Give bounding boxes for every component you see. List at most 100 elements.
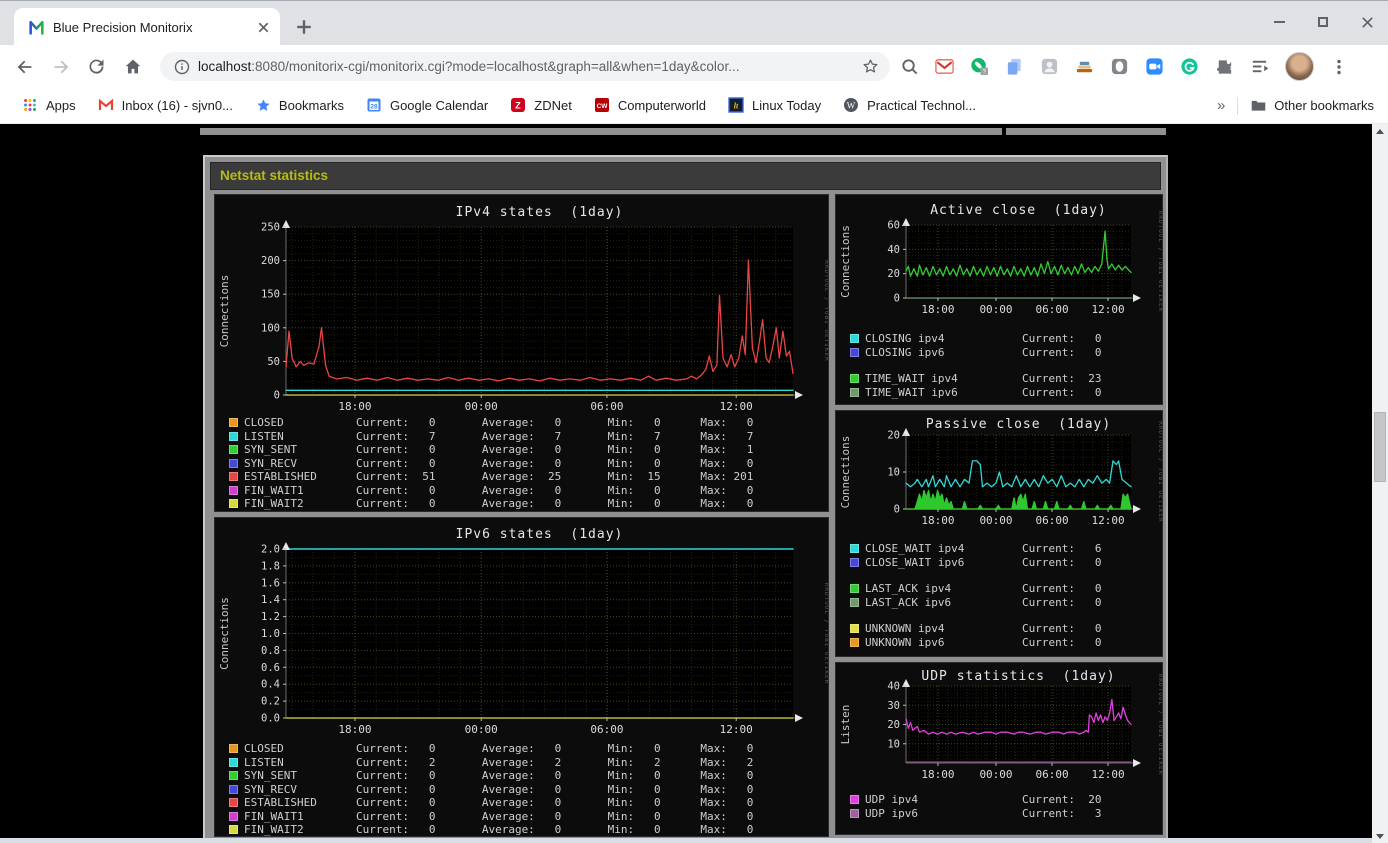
star-blue-icon [255, 97, 272, 114]
bookmark-item-computerworld[interactable]: CW Computerworld [594, 97, 706, 114]
reload-icon[interactable] [86, 56, 108, 78]
legend-row: ESTABLISHED Current: 51 Average: 25 Min: … [215, 470, 828, 484]
back-icon[interactable] [14, 56, 36, 78]
svg-text:30: 30 [887, 700, 900, 712]
tab-blue-precision-monitorix[interactable]: Blue Precision Monitorix [14, 8, 280, 46]
legend-row: SYN_SENT Current: 0 Average: 0 Min: 0 Max… [215, 769, 828, 783]
legend-values: Current: 0 Average: 0 Min: 0 Max: 0 [356, 809, 754, 823]
svg-text:10: 10 [887, 738, 900, 750]
svg-text:00:00: 00:00 [465, 400, 498, 413]
legend-swatch [229, 825, 238, 835]
legend-series-name: ESTABLISHED [244, 796, 317, 810]
bookmarks-right: » Other bookmarks [1217, 96, 1374, 115]
svg-text:40: 40 [887, 244, 900, 256]
legend-series-name: TIME_WAIT ipv6 [865, 385, 958, 399]
chart-ylabel: Connections [839, 436, 852, 509]
browser-menu-icon[interactable] [1330, 58, 1348, 76]
bookmark-item-linux-today[interactable]: lt Linux Today [728, 97, 821, 114]
bookmark-item-apps[interactable]: Apps [22, 97, 76, 114]
active-close-chart[interactable]: 0 20 40 60 18:00 00:00 06:00 12:00 Active close … [835, 194, 1163, 405]
copy-pages-icon[interactable] [1005, 57, 1024, 76]
monitorix-favicon [28, 19, 45, 36]
ipv6-states-chart[interactable]: 0.0 0.2 0.4 0.6 0.8 1.0 1.2 1.4 1.6 1.8 2.0 18:00 00… [214, 517, 829, 837]
legend-values: Current: 0 Average: 0 Min: 0 Max: 0 [356, 823, 754, 837]
legend-series-name: UDP ipv6 [865, 806, 918, 820]
udp-statistics-chart[interactable]: 10 20 30 40 18:00 00:00 06:00 12:00 UDP statisti… [835, 662, 1163, 835]
rrdtool-watermark: RRDTOOL / TOBI OETIKER [1157, 421, 1163, 522]
bookmark-item-bookmarks[interactable]: Bookmarks [255, 97, 344, 114]
browser-window: Blue Precision Monitorix localhost:8080/… [0, 0, 1388, 843]
chart-ylabel: Connections [839, 225, 852, 298]
url-bar[interactable]: localhost:8080/monitorix-cgi/monitorix.c… [160, 52, 890, 81]
bookmark-label: Bookmarks [278, 98, 344, 113]
legend-row: LAST_ACK ipv6 Current: 0 [836, 596, 1162, 610]
maximize-icon[interactable] [1308, 7, 1338, 37]
svg-text:0.8: 0.8 [261, 645, 280, 657]
legend-row: FIN_WAIT2 Current: 0 Average: 0 Min: 0 Ma… [215, 497, 828, 511]
bookmark-item-google-calendar[interactable]: 28 Google Calendar [366, 97, 488, 114]
previous-section-edge-left [200, 128, 1002, 135]
svg-text:0: 0 [894, 293, 900, 305]
svg-text:20: 20 [887, 268, 900, 280]
other-bookmarks-button[interactable]: Other bookmarks [1250, 97, 1374, 114]
legend-row: SYN_RECV Current: 0 Average: 0 Min: 0 Max… [215, 457, 828, 471]
books-stack-icon[interactable] [1075, 57, 1094, 76]
new-tab-icon[interactable] [292, 15, 316, 39]
bookmark-item-inbox-16-sjvn0[interactable]: Inbox (16) - sjvn0... [98, 97, 233, 114]
legend-row: CLOSING ipv4 Current: 0 [836, 331, 1162, 345]
zoom-camera-icon[interactable] [1145, 57, 1164, 76]
svg-text:06:00: 06:00 [1035, 768, 1068, 781]
scroll-up-icon[interactable] [1372, 124, 1388, 138]
legend-values: Current: 0 Average: 0 Min: 0 Max: 0 [356, 483, 754, 497]
udp_statistics-legend: UDP ipv4 Current: 20 UDP ipv6 Current: 3 [836, 793, 1162, 820]
url-path: :8080/monitorix-cgi/monitorix.cgi?mode=l… [251, 59, 740, 74]
scroll-down-icon[interactable] [1372, 829, 1388, 843]
close-window-icon[interactable] [1352, 7, 1382, 37]
svg-text:06:00: 06:00 [1035, 514, 1068, 527]
legend-swatch [850, 333, 859, 343]
svg-text:12:00: 12:00 [720, 723, 753, 736]
profile-avatar[interactable] [1285, 52, 1314, 81]
bookmarks-overflow-chevron[interactable]: » [1217, 97, 1225, 114]
svg-text:18:00: 18:00 [338, 400, 371, 413]
phone-extension-icon[interactable]: ? [970, 57, 989, 76]
legend-swatch [229, 431, 238, 441]
bookmark-star-icon[interactable] [861, 57, 880, 76]
svg-text:28: 28 [370, 103, 378, 110]
page-scrollbar[interactable] [1372, 124, 1388, 843]
reading-list-icon[interactable] [1250, 57, 1269, 76]
ipv4-states-chart[interactable]: 0 50 100 150 200 250 18:00 00:00 06:00 12:00 IPv4 … [214, 194, 829, 512]
legend-series-name: FIN_WAIT1 [244, 483, 304, 497]
forward-icon[interactable] [50, 56, 72, 78]
svg-text:0: 0 [274, 390, 280, 402]
bookmark-item-zdnet[interactable]: Z ZDNet [510, 97, 572, 114]
gmail-icon[interactable] [935, 57, 954, 76]
minimize-icon[interactable] [1264, 7, 1294, 37]
profile-extension-icon[interactable] [1040, 57, 1059, 76]
legend-values: Current: 0 Average: 0 Min: 0 Max: 0 [356, 497, 754, 511]
search-icon[interactable] [900, 57, 919, 76]
privacy-badger-icon[interactable] [1110, 57, 1129, 76]
legend-values: Current: 0 Average: 0 Min: 0 Max: 0 [356, 416, 754, 430]
scrollbar-thumb[interactable] [1374, 412, 1386, 482]
extensions-puzzle-icon[interactable] [1215, 57, 1234, 76]
legend-series-name: SYN_RECV [244, 782, 297, 796]
chart-title: IPv4 states (1day) [456, 205, 624, 220]
svg-text:50: 50 [267, 356, 280, 368]
active_close-legend: CLOSING ipv4 Current: 0 CLOSING ipv6 Curren… [836, 331, 1162, 399]
url-text[interactable]: localhost:8080/monitorix-cgi/monitorix.c… [198, 59, 855, 74]
tab-close-icon[interactable] [255, 19, 272, 36]
svg-text:40: 40 [887, 681, 900, 693]
legend-row: UDP ipv6 Current: 3 [836, 807, 1162, 821]
rrdtool-watermark: RRDTOOL / TOBI OETIKER [823, 260, 829, 361]
legend-swatch [229, 418, 238, 428]
svg-text:18:00: 18:00 [921, 303, 954, 316]
legend-row: CLOSED Current: 0 Average: 0 Min: 0 Max: … [215, 742, 828, 756]
section-header: Netstat statistics [210, 162, 1161, 190]
legend-swatch [229, 445, 238, 455]
bookmark-item-practical-technol[interactable]: W Practical Technol... [843, 97, 976, 114]
passive-close-chart[interactable]: 0 10 20 18:00 00:00 06:00 12:00 Passive close (… [835, 410, 1163, 657]
page-info-icon[interactable] [174, 59, 190, 75]
home-icon[interactable] [122, 56, 144, 78]
grammarly-icon[interactable] [1180, 57, 1199, 76]
